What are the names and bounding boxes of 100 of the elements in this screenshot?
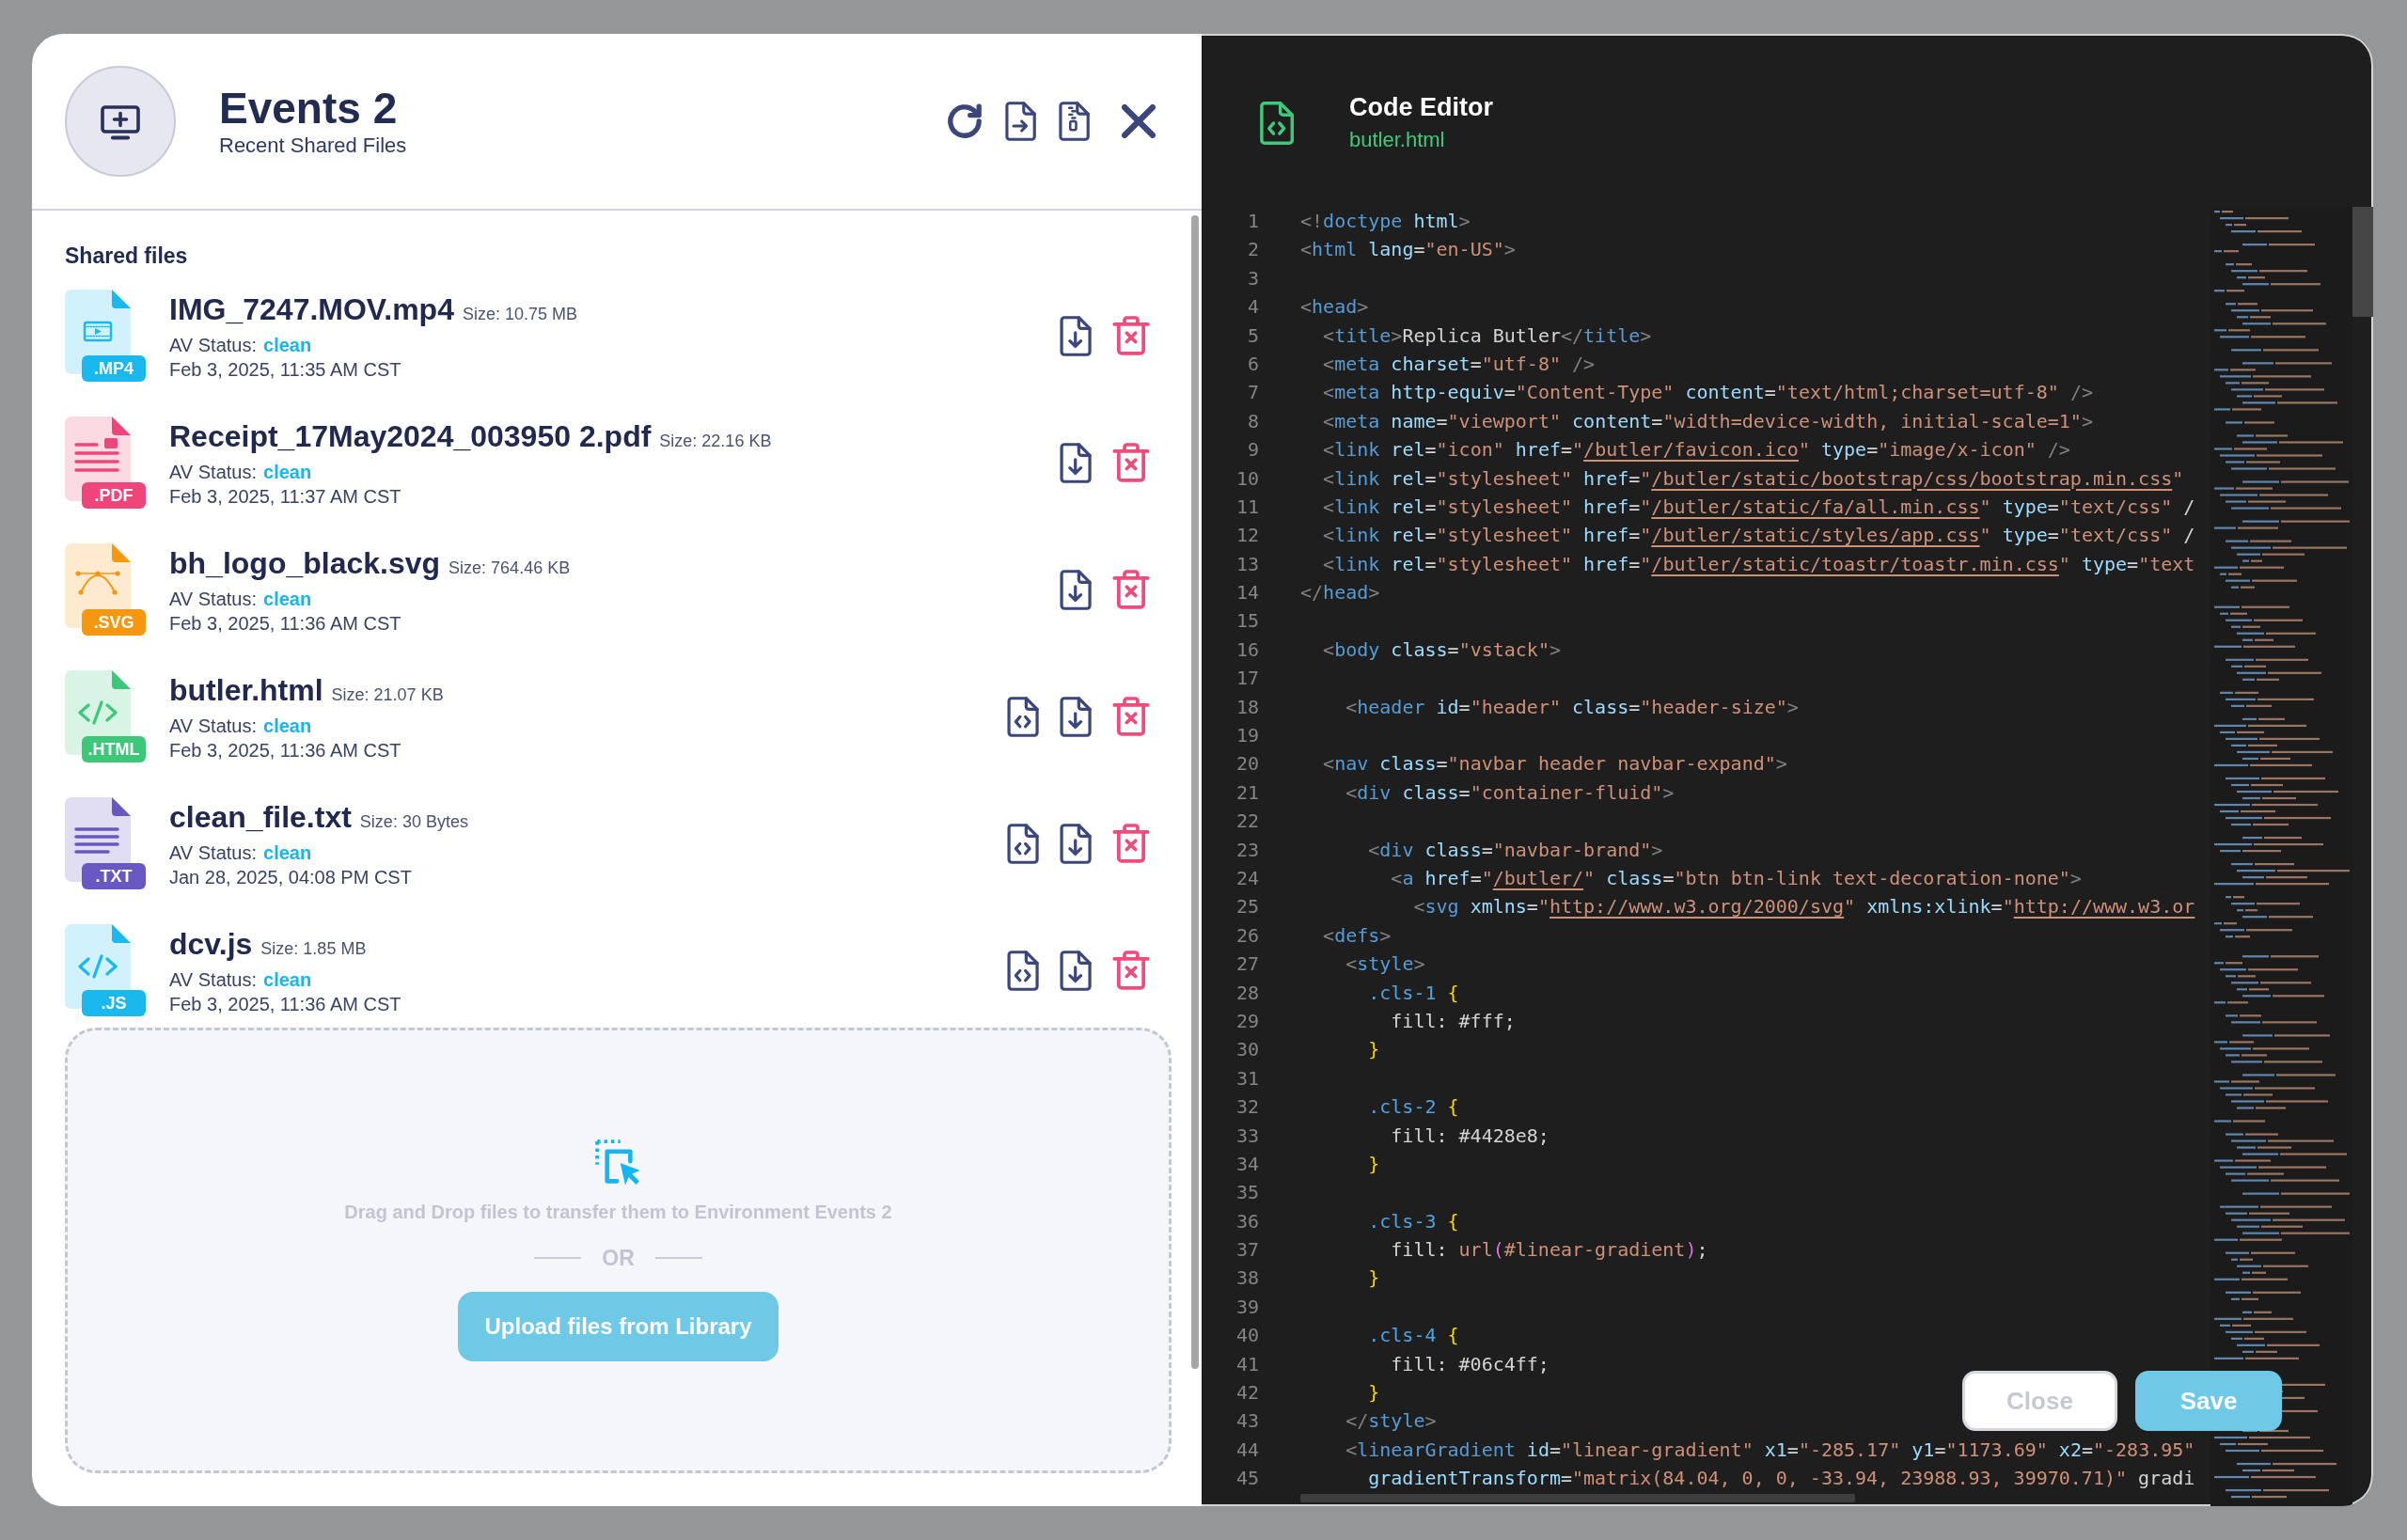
code-line: <meta http-equiv="Content-Type" content="text/html;charset=utf-8" /> (1323, 380, 2093, 406)
code-line: fill: #fff; (1391, 1008, 1516, 1034)
code-line: <!doctype html> (1300, 209, 1471, 234)
view-code-button[interactable] (1007, 823, 1039, 864)
export-file-button[interactable] (1005, 102, 1036, 141)
code-line: <link rel="icon" href="/butler/favicon.ico" type="image/x-icon" /> (1323, 437, 2070, 464)
line-number: 38 (1235, 1266, 1259, 1290)
line-number: 12 (1235, 524, 1259, 547)
file-date: Feb 3, 2025, 11:36 AM CST (169, 992, 401, 1016)
line-number: 29 (1235, 1009, 1259, 1032)
download-button[interactable] (1060, 315, 1092, 356)
av-status-label: AV Status: (169, 967, 257, 992)
line-number: 10 (1235, 466, 1259, 490)
line-number: 20 (1235, 752, 1259, 776)
file-date: Jan 28, 2025, 04:08 PM CST (169, 865, 413, 889)
line-number: 43 (1235, 1409, 1259, 1433)
delete-button[interactable] (1112, 443, 1150, 482)
code-line: <meta name="viewport" content="width=device-width, initial-scale=1"> (1323, 408, 2093, 434)
line-number: 44 (1235, 1438, 1259, 1461)
scrollbar-thumb[interactable] (1191, 215, 1199, 1369)
close-button[interactable]: Close (1962, 1371, 2117, 1431)
line-number: 7 (1247, 381, 1259, 404)
file-name: clean_file.txt (169, 798, 352, 836)
editor-filename: butler.html (1349, 127, 1446, 153)
refresh-button[interactable] (947, 103, 983, 139)
code-line: fill: url(#linear-gradient); (1391, 1237, 1708, 1264)
code-line: </style> (1345, 1408, 1437, 1435)
line-number: 36 (1235, 1209, 1259, 1233)
file-date: Feb 3, 2025, 11:36 AM CST (169, 611, 402, 636)
view-code-button[interactable] (1007, 696, 1039, 737)
av-status-value: clean (263, 587, 312, 611)
av-status-label: AV Status: (169, 587, 257, 611)
line-number: 6 (1247, 352, 1259, 375)
line-number: 3 (1247, 266, 1259, 290)
code-line: <title>Replica Butler</title> (1323, 322, 1652, 349)
download-button[interactable] (1060, 950, 1092, 991)
line-number: 2 (1247, 238, 1259, 261)
file-name: bh_logo_black.svg (169, 544, 441, 582)
file-extension-badge: .PDF (82, 482, 146, 509)
view-code-button[interactable] (1007, 950, 1039, 991)
code-line: <head> (1300, 294, 1369, 321)
line-number: 1 (1247, 210, 1259, 232)
file-extension-badge: .JS (82, 990, 146, 1016)
code-line: <link rel="stylesheet" href="/butler/static/bootstrap/css/bootstrap.min.css" (1323, 465, 2184, 492)
line-number: 13 (1235, 552, 1259, 575)
av-status-value: clean (263, 333, 312, 357)
scrollbar-thumb[interactable] (2352, 207, 2373, 317)
line-number: 15 (1235, 609, 1259, 633)
line-number: 17 (1235, 667, 1259, 690)
av-status-label: AV Status: (169, 841, 257, 865)
file-extension-badge: .TXT (82, 863, 146, 889)
code-line: fill: #4428e8; (1391, 1123, 1550, 1149)
code-line: <link rel="stylesheet" href="/butler/static/toastr/toastr.min.css" type="text (1323, 551, 2195, 577)
code-line: </head> (1300, 580, 1380, 606)
line-number: 21 (1235, 780, 1259, 804)
line-number: 30 (1235, 1038, 1259, 1061)
line-number: 42 (1235, 1381, 1259, 1404)
delete-button[interactable] (1112, 697, 1150, 736)
file-size: Size: 21.07 KB (331, 684, 444, 706)
line-number: 32 (1235, 1095, 1259, 1119)
code-line: <div class="container-fluid"> (1345, 779, 1675, 806)
line-number: 27 (1235, 952, 1259, 976)
code-line: <style> (1345, 951, 1425, 978)
delete-button[interactable] (1112, 824, 1150, 863)
file-date: Feb 3, 2025, 11:36 AM CST (169, 738, 402, 762)
line-number: 24 (1235, 867, 1259, 889)
save-button[interactable]: Save (2135, 1371, 2282, 1431)
line-number: 23 (1235, 838, 1259, 861)
delete-button[interactable] (1112, 951, 1150, 990)
download-button[interactable] (1060, 442, 1092, 483)
download-button[interactable] (1060, 823, 1092, 864)
download-button[interactable] (1060, 696, 1092, 737)
code-line: <meta charset="utf-8" /> (1323, 351, 1596, 377)
code-line: <link rel="stylesheet" href="/butler/static/fa/all.min.css" type="text/css" / (1323, 494, 2195, 520)
file-date: Feb 3, 2025, 11:35 AM CST (169, 357, 402, 382)
selection-cursor-icon (594, 1139, 642, 1186)
av-status-label: AV Status: (169, 333, 257, 357)
code-line: <a href="/butler/" class="btn btn-link text-decoration-none"> (1391, 866, 2082, 891)
code-line: <div class="navbar-brand"> (1368, 837, 1663, 863)
line-number: 40 (1235, 1324, 1259, 1347)
line-number: 8 (1247, 409, 1259, 432)
av-status-value: clean (263, 714, 312, 738)
delete-button[interactable] (1112, 570, 1150, 609)
download-button[interactable] (1060, 569, 1092, 610)
close-button[interactable] (1122, 104, 1156, 138)
line-number: 4 (1247, 295, 1259, 319)
code-line: <link rel="stylesheet" href="/butler/static/styles/app.css" type="text/css" / (1323, 523, 2195, 549)
delete-button[interactable] (1112, 316, 1150, 355)
code-line: <html lang="en-US"> (1300, 237, 1516, 263)
code-line: .cls-4 { (1368, 1323, 1459, 1349)
editor-title: Code Editor (1349, 92, 1493, 122)
file-extension-badge: .MP4 (82, 355, 146, 382)
code-line: } (1368, 1037, 1380, 1063)
line-number: 11 (1235, 495, 1259, 518)
code-line: <header id="header" class="header-size"> (1345, 694, 1799, 720)
scrollbar-thumb[interactable] (1300, 1494, 1855, 1502)
upload-button[interactable]: Upload files from Library (458, 1292, 779, 1361)
panel-subtitle: Recent Shared Files (219, 133, 407, 159)
zip-file-button[interactable] (1059, 102, 1090, 141)
line-number: 35 (1235, 1181, 1259, 1204)
